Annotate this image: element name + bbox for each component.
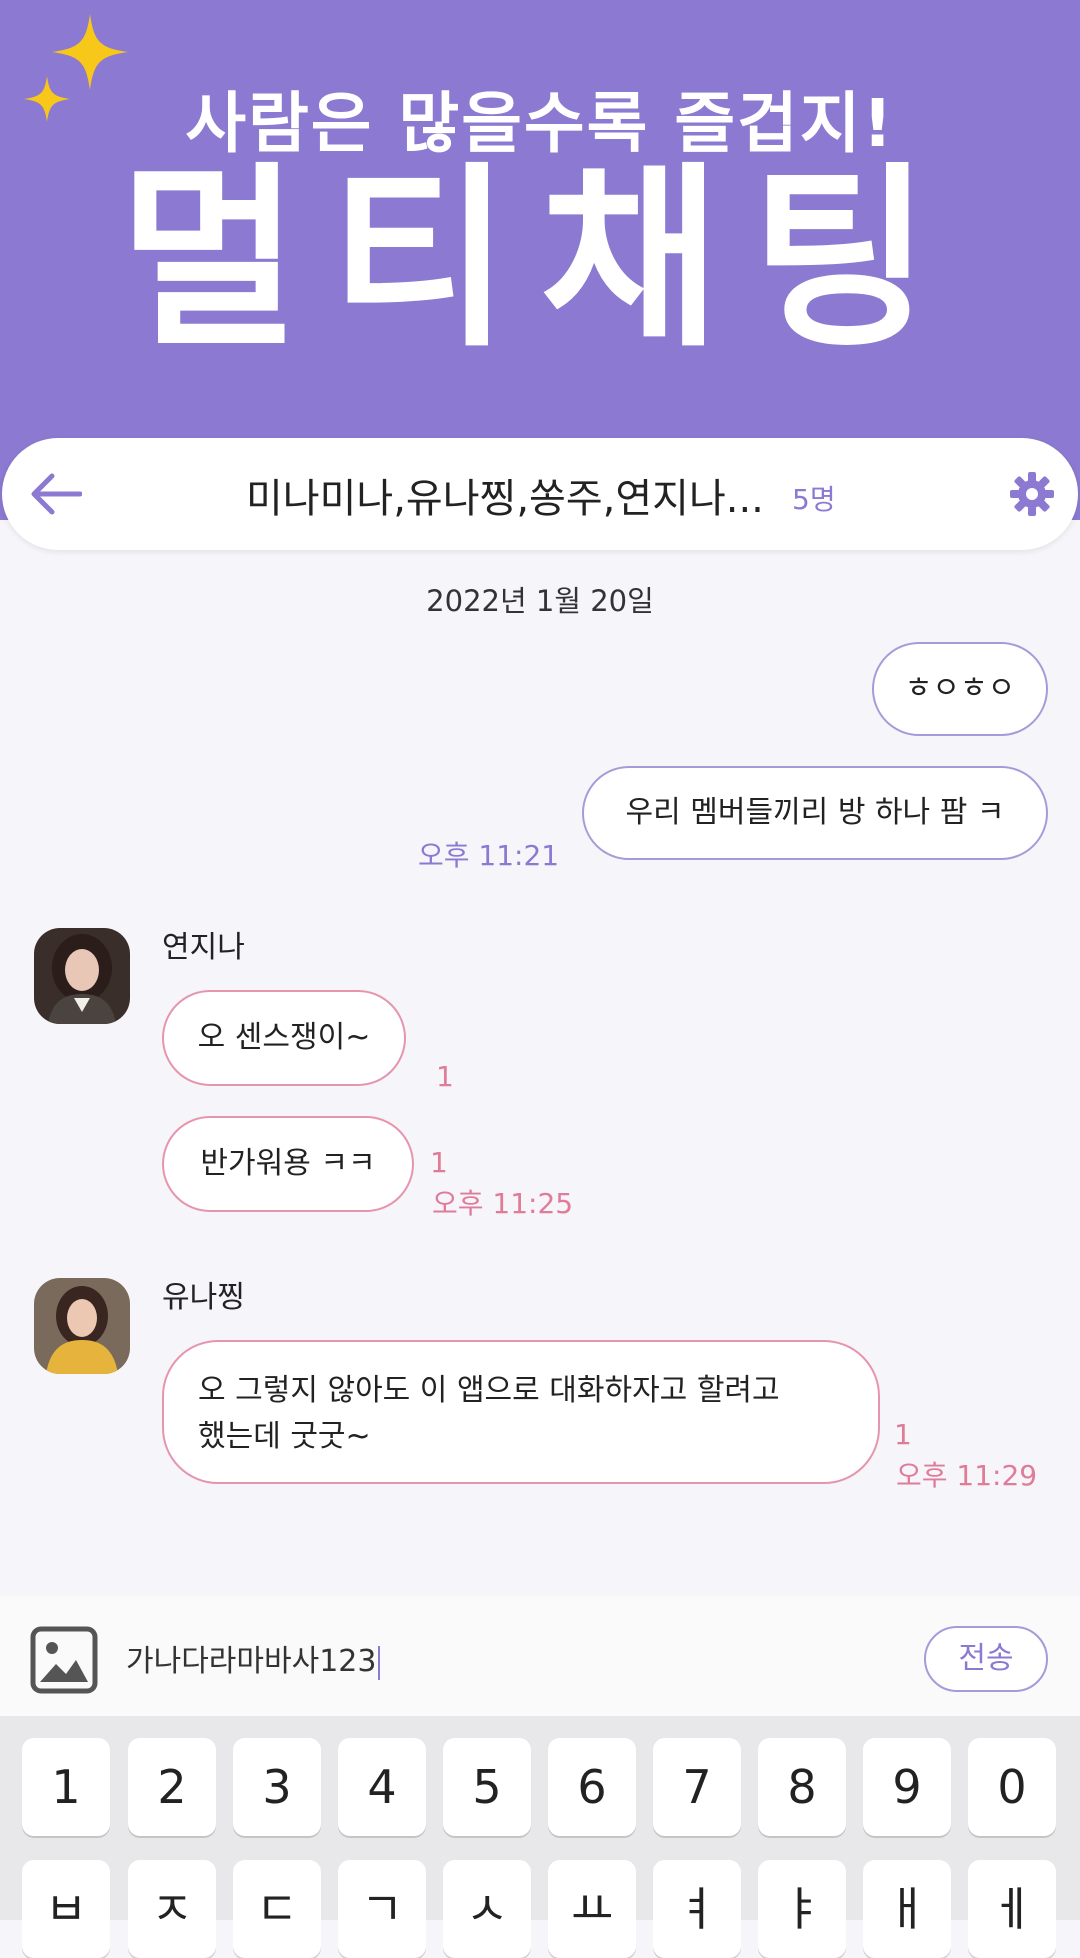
message-input-bar: 가나다라마바사123 전송 bbox=[0, 1596, 1080, 1716]
back-arrow-icon[interactable] bbox=[30, 472, 82, 516]
key-5[interactable]: 5 bbox=[443, 1738, 531, 1836]
chat-header: 미나미나,유나찡,쏭주,연지나... 5명 bbox=[2, 438, 1078, 550]
message-text-line: 했는데 굿굿~ bbox=[198, 1419, 371, 1454]
message-text: ㅎㅇㅎㅇ bbox=[904, 671, 1016, 706]
my-message-bubble[interactable]: ㅎㅇㅎㅇ bbox=[872, 642, 1048, 736]
keyboard: 1 2 3 4 5 6 7 8 9 0 ㅂ ㅈ ㄷ ㄱ ㅅ ㅛ ㅕ ㅑ ㅐ ㅔ bbox=[0, 1716, 1080, 1958]
message-text: 우리 멤버들끼리 방 하나 팜 ㅋ bbox=[625, 795, 1005, 830]
key-8[interactable]: 8 bbox=[758, 1738, 846, 1836]
my-message-bubble[interactable]: 우리 멤버들끼리 방 하나 팜 ㅋ bbox=[582, 766, 1048, 860]
text-caret bbox=[378, 1645, 381, 1680]
key-bieup[interactable]: ㅂ bbox=[22, 1860, 110, 1958]
unread-count: 1 bbox=[894, 1418, 912, 1451]
message-text: 오 센스쟁이~ bbox=[197, 1020, 371, 1055]
key-yeo[interactable]: ㅕ bbox=[653, 1860, 741, 1958]
key-e[interactable]: ㅔ bbox=[968, 1860, 1056, 1958]
received-message-bubble[interactable]: 오 그렇지 않아도 이 앱으로 대화하자고 할려고 했는데 굿굿~ bbox=[162, 1340, 880, 1484]
key-3[interactable]: 3 bbox=[233, 1738, 321, 1836]
chat-room-title: 미나미나,유나찡,쏭주,연지나... bbox=[246, 476, 764, 522]
unread-count: 1 bbox=[430, 1146, 448, 1179]
received-message-bubble[interactable]: 오 센스쟁이~ bbox=[162, 990, 406, 1086]
date-separator: 2022년 1월 20일 bbox=[426, 584, 654, 618]
gear-icon[interactable] bbox=[1010, 472, 1054, 516]
message-input[interactable]: 가나다라마바사123 bbox=[126, 1636, 381, 1680]
avatar[interactable] bbox=[34, 928, 130, 1024]
message-text-line: 오 그렇지 않아도 이 앱으로 대화하자고 할려고 bbox=[198, 1373, 780, 1408]
key-6[interactable]: 6 bbox=[548, 1738, 636, 1836]
key-ya[interactable]: ㅑ bbox=[758, 1860, 846, 1958]
promo-title: 멀티채팅 bbox=[119, 146, 961, 374]
member-count[interactable]: 5명 bbox=[792, 478, 836, 518]
key-giyeok[interactable]: ㄱ bbox=[338, 1860, 426, 1958]
message-timestamp: 오후 11:29 bbox=[896, 1459, 1038, 1492]
key-ae[interactable]: ㅐ bbox=[863, 1860, 951, 1958]
key-jieut[interactable]: ㅈ bbox=[128, 1860, 216, 1958]
message-timestamp: 오후 11:25 bbox=[432, 1187, 574, 1220]
sender-name: 유나찡 bbox=[162, 1280, 245, 1315]
send-button[interactable]: 전송 bbox=[924, 1626, 1048, 1692]
sender-name: 연지나 bbox=[162, 930, 245, 965]
key-9[interactable]: 9 bbox=[863, 1738, 951, 1836]
key-2[interactable]: 2 bbox=[128, 1738, 216, 1836]
unread-count: 1 bbox=[436, 1060, 454, 1093]
key-4[interactable]: 4 bbox=[338, 1738, 426, 1836]
received-message-bubble[interactable]: 반가워용 ㅋㅋ bbox=[162, 1116, 414, 1212]
key-siot[interactable]: ㅅ bbox=[443, 1860, 531, 1958]
message-timestamp: 오후 11:21 bbox=[418, 839, 560, 872]
image-attach-icon[interactable] bbox=[30, 1626, 98, 1694]
message-text: 반가워용 ㅋㅋ bbox=[200, 1146, 376, 1181]
key-7[interactable]: 7 bbox=[653, 1738, 741, 1836]
input-value: 가나다라마바사123 bbox=[126, 1644, 377, 1679]
key-1[interactable]: 1 bbox=[22, 1738, 110, 1836]
key-digeut[interactable]: ㄷ bbox=[233, 1860, 321, 1958]
key-0[interactable]: 0 bbox=[968, 1738, 1056, 1836]
key-yo[interactable]: ㅛ bbox=[548, 1860, 636, 1958]
avatar[interactable] bbox=[34, 1278, 130, 1374]
